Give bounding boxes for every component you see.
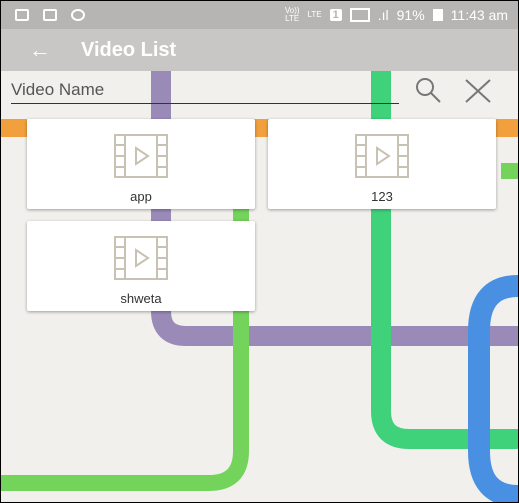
phone-screen: Vo)) LTE LTE 1 .ıl 91% 11:43 am ← Video … (0, 0, 519, 503)
close-icon[interactable] (463, 75, 493, 105)
battery-percent: 91% (396, 7, 425, 23)
message-notification-icon (43, 9, 57, 21)
search-icon[interactable] (413, 75, 443, 105)
video-card-shweta[interactable]: shweta (27, 221, 255, 311)
status-bar: Vo)) LTE LTE 1 .ıl 91% 11:43 am (1, 1, 518, 29)
film-play-icon (114, 134, 168, 178)
app-notification-icon (71, 9, 85, 21)
gallery-notification-icon (15, 9, 29, 21)
search-input[interactable] (11, 77, 399, 104)
app-bar: ← Video List (1, 29, 518, 71)
signal-strength-icon (349, 8, 370, 22)
video-name-label: app (130, 189, 152, 204)
video-card-app[interactable]: app (27, 119, 255, 209)
video-card-123[interactable]: 123 (268, 119, 496, 209)
volte-bottom-label: LTE (285, 14, 300, 23)
video-name-label: 123 (371, 189, 393, 204)
video-name-label: shweta (120, 291, 162, 306)
battery-icon (432, 9, 443, 21)
volte-indicator: Vo)) LTE (285, 7, 300, 23)
film-play-icon (114, 236, 168, 280)
clock: 11:43 am (450, 7, 508, 23)
search-bar (1, 73, 518, 109)
lte-indicator: LTE (307, 10, 322, 19)
film-play-icon (355, 134, 409, 178)
arrow-left-icon[interactable]: ← (29, 37, 51, 63)
page-title: Video List (81, 38, 177, 61)
sim-slot-badge: 1 (329, 9, 342, 21)
signal-bars-icon: .ıl (377, 7, 389, 23)
